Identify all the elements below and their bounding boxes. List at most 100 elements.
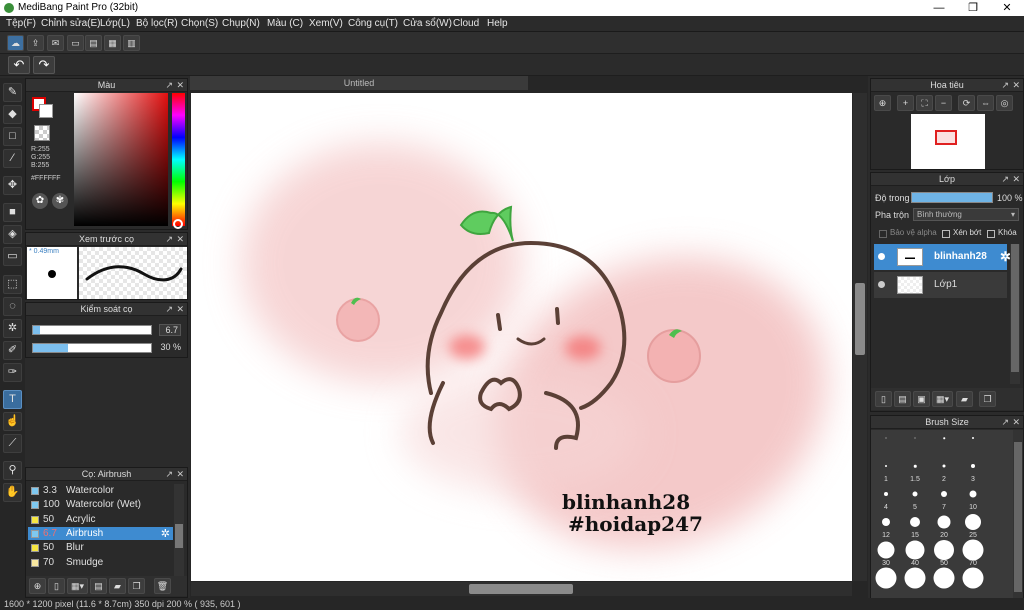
saturation-value-picker[interactable]: [74, 93, 168, 226]
canvas-horizontal-scrollbar[interactable]: [191, 582, 852, 596]
layer-scrollbar[interactable]: [1010, 244, 1020, 384]
text-tool-icon[interactable]: T: [3, 390, 22, 409]
fill-rect-tool-icon[interactable]: ■: [3, 203, 22, 222]
brush-size-option[interactable]: 25: [960, 512, 986, 542]
brush-size-scrollbar[interactable]: [1013, 430, 1023, 598]
select-rect-tool-icon[interactable]: ⬚: [3, 275, 22, 294]
menu-cloud[interactable]: Cloud: [453, 18, 479, 29]
menu-view[interactable]: Xem(V): [309, 18, 343, 29]
menu-capture[interactable]: Chụp(N): [222, 18, 260, 29]
operation-tool-icon[interactable]: ☝: [3, 412, 22, 431]
brush-size-option[interactable]: [960, 430, 986, 458]
horizontal-scroll-thumb[interactable]: [469, 584, 573, 594]
new-halftone-layer-icon[interactable]: ▤: [894, 391, 911, 407]
brush-size-option[interactable]: 50: [931, 540, 957, 570]
layer-scroll-thumb[interactable]: [1011, 244, 1019, 372]
fit-icon[interactable]: ⛶: [916, 95, 933, 111]
brush-size-option[interactable]: [931, 430, 957, 458]
redo-button[interactable]: ↷: [33, 56, 55, 74]
duplicate-layer-icon[interactable]: ❐: [979, 391, 996, 407]
brush-size-option[interactable]: 5: [902, 484, 928, 514]
reset-icon[interactable]: ◎: [996, 95, 1013, 111]
navigator-viewport[interactable]: [935, 130, 957, 145]
layer-menu-icon[interactable]: ▦▾: [932, 391, 953, 407]
undock-icon[interactable]: ↗: [165, 233, 173, 246]
brush-size-option[interactable]: 12: [873, 512, 899, 542]
brush-size-value[interactable]: 6.7: [159, 324, 181, 336]
menu-help[interactable]: Help: [487, 18, 508, 29]
lasso-tool-icon[interactable]: ◌: [3, 297, 22, 316]
brush-size-option[interactable]: 2: [931, 456, 957, 486]
bucket-tool-icon[interactable]: ◈: [3, 225, 22, 244]
grid-icon[interactable]: ▦: [104, 35, 121, 51]
brush-size-option[interactable]: 3: [960, 456, 986, 486]
rectangle-tool-icon[interactable]: □: [3, 127, 22, 146]
brush-opacity-slider[interactable]: [32, 343, 152, 353]
select-pen-tool-icon[interactable]: ✐: [3, 341, 22, 360]
add-brush-icon[interactable]: ⊕: [29, 578, 46, 594]
zoom-in-icon[interactable]: +: [897, 95, 914, 111]
speech-icon[interactable]: ▭: [67, 35, 84, 51]
undock-icon[interactable]: ↗: [165, 79, 173, 92]
brush-item[interactable]: 3.3 Watercolor: [28, 484, 173, 498]
maximize-button[interactable]: ❐: [956, 0, 990, 16]
brush-size-option[interactable]: 1: [873, 456, 899, 486]
divide-tool-icon[interactable]: ⟋: [3, 434, 22, 453]
close-button[interactable]: ✕: [990, 0, 1024, 16]
brush-item[interactable]: 50 Acrylic: [28, 513, 173, 527]
menu-window[interactable]: Cửa sổ(W): [403, 18, 452, 29]
comment-icon[interactable]: ✉: [47, 35, 64, 51]
brush-item[interactable]: 100 Watercolor (Wet): [28, 498, 173, 513]
close-icon[interactable]: ✕: [176, 233, 184, 246]
page-icon[interactable]: ▤: [85, 35, 102, 51]
close-icon[interactable]: ✕: [1012, 173, 1020, 186]
menu-color[interactable]: Màu (C): [267, 18, 303, 29]
cloud-icon[interactable]: ☁: [7, 35, 24, 51]
brush-settings-icon[interactable]: ✲: [161, 527, 170, 541]
brush-list-scrollbar[interactable]: [174, 484, 184, 576]
layer-row-lop1[interactable]: Lớp1: [874, 272, 1007, 298]
menu-edit[interactable]: Chỉnh sửa(E): [41, 18, 101, 29]
brush-size-option[interactable]: [960, 567, 986, 598]
brush-menu-icon[interactable]: ▦▾: [67, 578, 88, 594]
document-tab[interactable]: Untitled: [190, 76, 528, 90]
layer-row-blinhanh28[interactable]: ▬▬ blinhanh28 ✲: [874, 244, 1011, 270]
brush-size-option[interactable]: 1.5: [902, 456, 928, 486]
brush-size-option[interactable]: [873, 430, 899, 458]
zoom-out-icon[interactable]: −: [935, 95, 952, 111]
brush-size-option[interactable]: 30: [873, 540, 899, 570]
new-8bit-layer-icon[interactable]: ▣: [913, 391, 930, 407]
layer-folder-icon[interactable]: ▰: [956, 391, 973, 407]
visibility-icon[interactable]: [878, 253, 885, 260]
brush-tool-icon[interactable]: ✎: [3, 83, 22, 102]
brush-item[interactable]: 6.7 Airbrush ✲: [28, 526, 173, 541]
brush-list-scroll-thumb[interactable]: [175, 524, 183, 548]
menu-layer[interactable]: Lớp(L): [100, 18, 130, 29]
brush-copy-icon[interactable]: ❐: [128, 578, 145, 594]
brush-size-option[interactable]: 10: [960, 484, 986, 514]
layer-opacity-slider[interactable]: [911, 192, 993, 203]
zoom-icon[interactable]: ⊕: [874, 95, 891, 111]
minimize-button[interactable]: —: [922, 0, 956, 16]
brush-size-slider[interactable]: [32, 325, 152, 335]
undo-button[interactable]: ↶: [8, 56, 30, 74]
brush-size-option[interactable]: 70: [960, 539, 986, 570]
new-brush-icon[interactable]: ▯: [48, 578, 65, 594]
clipping-checkbox[interactable]: [942, 230, 950, 238]
palette-settings-icon[interactable]: ✾: [52, 193, 68, 209]
eyedropper-tool-icon[interactable]: ⚲: [3, 461, 22, 480]
panels-icon[interactable]: ▥: [123, 35, 140, 51]
canvas[interactable]: blinhanh28 #hoidap247: [191, 93, 852, 581]
palette-icon[interactable]: ✿: [32, 193, 48, 209]
menu-file[interactable]: Tệp(F): [6, 18, 36, 29]
undock-icon[interactable]: ↗: [165, 303, 173, 316]
undock-icon[interactable]: ↗: [1001, 173, 1009, 186]
undock-icon[interactable]: ↗: [1001, 79, 1009, 92]
new-layer-icon[interactable]: ▯: [875, 391, 892, 407]
lock-checkbox[interactable]: [987, 230, 995, 238]
protect-alpha-checkbox[interactable]: [879, 230, 887, 238]
visibility-icon[interactable]: [878, 281, 885, 288]
menu-select[interactable]: Chọn(S): [181, 18, 218, 29]
secondary-color-swatch[interactable]: [39, 104, 53, 118]
close-icon[interactable]: ✕: [176, 468, 184, 481]
